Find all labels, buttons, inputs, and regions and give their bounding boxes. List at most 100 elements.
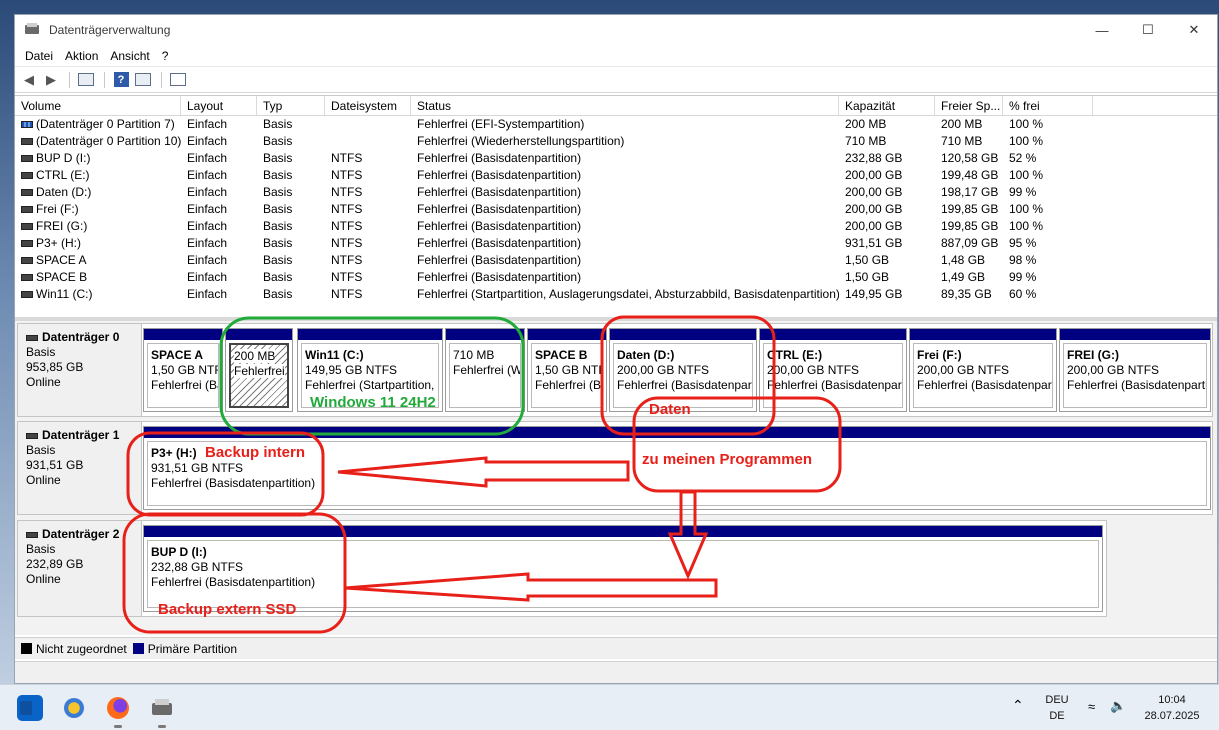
disk-state: Online	[26, 572, 61, 586]
partition-block[interactable]: Daten (D:) 200,00 GB NTFS Fehlerfrei (Basi…	[609, 328, 757, 412]
clock[interactable]: 10:04 28.07.2025	[1140, 692, 1204, 724]
disk-icon	[26, 334, 38, 341]
volume-cell: 887,09 GB	[941, 236, 999, 250]
partition-name: FREI (G:)	[1067, 348, 1119, 362]
volume-cell: 98 %	[1009, 253, 1037, 267]
menu-aktion[interactable]: Aktion	[59, 49, 104, 63]
partition-block[interactable]: BUP D (I:) 232,88 GB NTFS Fehlerfrei (Basi…	[143, 525, 1103, 612]
menu-datei[interactable]: Datei	[19, 49, 59, 63]
volume-name-cell: BUP D (I:)	[15, 150, 181, 167]
outlook-icon[interactable]	[17, 695, 43, 721]
volume-cell: 100 %	[1009, 219, 1044, 233]
volume-cell: Fehlerfrei (Basisdatenpartition)	[417, 270, 582, 284]
disk-info[interactable]: Datenträger 2 Basis 232,89 GB Online	[18, 521, 142, 616]
column-header[interactable]: Kapazität	[839, 96, 935, 115]
volume-row[interactable]: CTRL (E:) Einfach Basis NTFS Fehlerfrei (Bas…	[15, 167, 1217, 184]
disk-mgmt-icon[interactable]	[149, 695, 175, 721]
partition-block[interactable]: Frei (F:) 200,00 GB NTFS Fehlerfrei (Basis…	[909, 328, 1057, 412]
volume-cell: Einfach	[187, 287, 228, 301]
volume-row[interactable]: SPACE B Einfach Basis NTFS Fehlerfrei (Basis…	[15, 269, 1217, 286]
column-header[interactable]: Typ	[257, 96, 325, 115]
forward-arrow-icon[interactable]: ▶	[41, 71, 61, 89]
volume-cell: 100 %	[1009, 168, 1044, 182]
volume-row[interactable]: BUP D (I:) Einfach Basis NTFS Fehlerfrei (Ba…	[15, 150, 1217, 167]
partition-block[interactable]: P3+ (H:) 931,51 GB NTFS Fehlerfrei (Basisd…	[143, 426, 1211, 510]
volume-name: (Datenträger 0 Partition 10)	[36, 134, 181, 148]
tray-chevron-up-icon[interactable]: ⌃	[1012, 697, 1024, 714]
volume-cell: Einfach	[187, 270, 228, 284]
volume-row[interactable]: SPACE A Einfach Basis NTFS Fehlerfrei (Basis…	[15, 252, 1217, 269]
partition-block[interactable]: SPACE B1,50 GB NTFSFehlerfrei (Bas	[527, 328, 607, 412]
volume-row[interactable]: Daten (D:) Einfach Basis NTFS Fehlerfrei (Ba…	[15, 184, 1217, 201]
title-bar[interactable]: Datenträgerverwaltung — ☐ ✕	[15, 15, 1217, 45]
toolbar: ◀ ▶ ?	[15, 67, 1217, 93]
volume-row[interactable]: Frei (F:) Einfach Basis NTFS Fehlerfrei (Bas…	[15, 201, 1217, 218]
volume-cell: 1,50 GB	[845, 253, 890, 267]
menu-help[interactable]: ?	[156, 49, 175, 63]
back-arrow-icon[interactable]: ◀	[19, 71, 39, 89]
volume-cell: Einfach	[187, 134, 228, 148]
console-tree-icon[interactable]	[76, 71, 96, 89]
partition-size: 200,00 GB NTFS	[1067, 363, 1160, 377]
volume-row[interactable]: P3+ (H:) Einfach Basis NTFS Fehlerfrei (Basi…	[15, 235, 1217, 252]
partition-block[interactable]: 200 MB Fehlerfrei	[225, 328, 293, 412]
volume-cell: Einfach	[187, 253, 228, 267]
volume-cell: 200,00 GB	[845, 219, 903, 233]
column-header[interactable]: Layout	[181, 96, 257, 115]
partition-content: SPACE A1,50 GB NTFSFehlerfrei (Bas	[147, 343, 219, 408]
properties-icon[interactable]	[168, 71, 188, 89]
wifi-icon[interactable]: ≈	[1088, 699, 1095, 714]
volume-cell: Fehlerfrei (Basisdatenpartition)	[417, 236, 582, 250]
action-pane-icon[interactable]	[133, 71, 153, 89]
partition-name: Frei (F:)	[917, 348, 962, 362]
menu-ansicht[interactable]: Ansicht	[104, 49, 155, 63]
volume-cell: Einfach	[187, 151, 228, 165]
partition-block[interactable]: 710 MB Fehlerfrei (W	[445, 328, 525, 412]
disk-info[interactable]: Datenträger 1 Basis 931,51 GB Online	[18, 422, 142, 514]
volume-cell: NTFS	[331, 151, 363, 165]
minimize-button[interactable]: —	[1079, 15, 1125, 45]
volume-row[interactable]: (Datenträger 0 Partition 7) Einfach Basis F…	[15, 116, 1217, 133]
primary-partition-bar	[144, 427, 1210, 438]
volume-cell: Basis	[263, 185, 293, 199]
partition-block[interactable]: CTRL (E:) 200,00 GB NTFS Fehlerfrei (Basis…	[759, 328, 907, 412]
partition-status: Fehlerfrei (Basisdatenpartition)	[1067, 378, 1206, 392]
volume-name-cell: SPACE B	[15, 269, 181, 286]
maximize-button[interactable]: ☐	[1125, 15, 1171, 45]
volume-cell	[325, 116, 411, 133]
taskbar: ⌃ DEU DE ≈ 🔈 10:04 28.07.2025	[0, 684, 1219, 730]
column-header[interactable]: % frei	[1003, 96, 1093, 115]
disk-info[interactable]: Datenträger 0 Basis 953,85 GB Online	[18, 324, 142, 416]
disk-state: Online	[26, 473, 61, 487]
column-header[interactable]: Dateisystem	[325, 96, 411, 115]
primary-partition-bar	[226, 329, 292, 340]
partition-block[interactable]: FREI (G:) 200,00 GB NTFS Fehlerfrei (Basis…	[1059, 328, 1211, 412]
volume-cell: Einfach	[187, 117, 228, 131]
column-header[interactable]: Freier Sp...	[935, 96, 1003, 115]
settings-sun-icon[interactable]	[61, 695, 87, 721]
volume-cell: Fehlerfrei (Wiederherstellungspartition)	[417, 134, 625, 148]
partition-content: CTRL (E:) 200,00 GB NTFS Fehlerfrei (Basis…	[763, 343, 903, 408]
volume-row[interactable]: (Datenträger 0 Partition 10) Einfach Basis…	[15, 133, 1217, 150]
volume-row[interactable]: FREI (G:) Einfach Basis NTFS Fehlerfrei (Bas…	[15, 218, 1217, 235]
drive-icon	[21, 223, 33, 230]
volume-name: BUP D (I:)	[36, 151, 91, 165]
volume-name: FREI (G:)	[36, 219, 88, 233]
volume-row[interactable]: Win11 (C:) Einfach Basis NTFS Fehlerfrei (St…	[15, 286, 1217, 303]
volume-cell: 100 %	[1009, 202, 1044, 216]
close-button[interactable]: ✕	[1171, 15, 1217, 45]
input-language[interactable]: DEU DE	[1044, 692, 1070, 724]
partition-size: 710 MB	[453, 348, 495, 362]
partition-block[interactable]: SPACE A1,50 GB NTFSFehlerfrei (Bas	[143, 328, 223, 412]
legend: Nicht zugeordnet Primäre Partition	[15, 637, 1217, 659]
legend-primary: Primäre Partition	[132, 642, 237, 656]
volume-cell: Basis	[263, 236, 293, 250]
firefox-icon[interactable]	[105, 695, 131, 721]
column-header[interactable]: Volume	[15, 96, 181, 115]
volume-cell: 1,48 GB	[941, 253, 986, 267]
status-bar	[15, 661, 1217, 683]
volume-icon[interactable]: 🔈	[1110, 698, 1126, 714]
help-icon[interactable]: ?	[111, 71, 131, 89]
volume-cell: 198,17 GB	[941, 185, 999, 199]
column-header[interactable]: Status	[411, 96, 839, 115]
